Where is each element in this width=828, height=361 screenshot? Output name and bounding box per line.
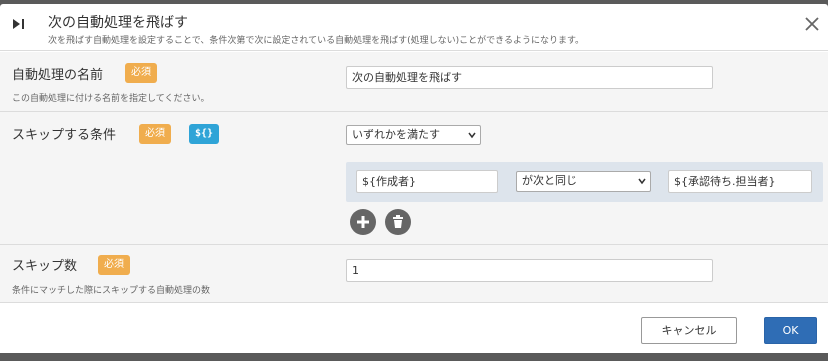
dialog-body: 自動処理の名前 必須 この自動処理に付ける名前を指定してください。 次の自動処理… <box>0 52 828 302</box>
field-row-condition: スキップする条件 必須 ${} いずれかを満たす ${作成者} が次と同じ ${… <box>0 112 828 245</box>
dialog-header: 次の自動処理を飛ばす 次を飛ばす自動処理を設定することで、条件次第で次に設定され… <box>0 4 828 51</box>
skip-count-label: スキップ数 <box>12 259 78 274</box>
field-row-name: 自動処理の名前 必須 この自動処理に付ける名前を指定してください。 次の自動処理… <box>0 52 828 112</box>
condition-operator-value: が次と同じ <box>522 174 577 187</box>
dialog-title: 次の自動処理を飛ばす <box>48 15 188 31</box>
delete-condition-button[interactable] <box>385 209 411 235</box>
add-condition-button[interactable] <box>350 209 376 235</box>
skip-next-icon <box>13 19 24 29</box>
required-badge: 必須 <box>98 255 130 275</box>
chevron-down-icon <box>638 178 646 185</box>
variable-badge[interactable]: ${} <box>189 124 220 144</box>
dialog-footer: キャンセル OK <box>0 302 828 353</box>
field-row-skip-count: スキップ数 必須 条件にマッチした際にスキップする自動処理の数 1 <box>0 245 828 302</box>
condition-operator-select[interactable]: が次と同じ <box>516 171 651 192</box>
condition-label: スキップする条件 <box>12 128 117 143</box>
required-badge: 必須 <box>139 124 171 144</box>
name-input[interactable]: 次の自動処理を飛ばす <box>346 66 713 89</box>
dialog-subtitle: 次を飛ばす自動処理を設定することで、条件次第で次に設定されている自動処理を飛ばす… <box>48 36 585 46</box>
cancel-button[interactable]: キャンセル <box>641 317 737 344</box>
plus-icon <box>357 216 369 228</box>
condition-left-input[interactable]: ${作成者} <box>356 170 498 193</box>
required-badge: 必須 <box>125 63 157 83</box>
skip-automation-dialog: 次の自動処理を飛ばす 次を飛ばす自動処理を設定することで、条件次第で次に設定され… <box>0 4 828 353</box>
chevron-down-icon <box>468 132 476 139</box>
condition-row: ${作成者} が次と同じ ${承認待ち.担当者} <box>346 162 823 202</box>
skip-count-input[interactable]: 1 <box>346 259 713 282</box>
match-mode-select[interactable]: いずれかを満たす <box>346 125 481 145</box>
close-icon[interactable] <box>804 16 820 32</box>
condition-right-input[interactable]: ${承認待ち.担当者} <box>668 170 812 193</box>
name-description: この自動処理に付ける名前を指定してください。 <box>12 94 210 104</box>
ok-button[interactable]: OK <box>764 317 817 344</box>
match-mode-value: いずれかを満たす <box>352 128 440 141</box>
skip-count-description: 条件にマッチした際にスキップする自動処理の数 <box>12 286 211 296</box>
trash-icon <box>393 215 403 228</box>
name-label: 自動処理の名前 <box>12 68 104 83</box>
